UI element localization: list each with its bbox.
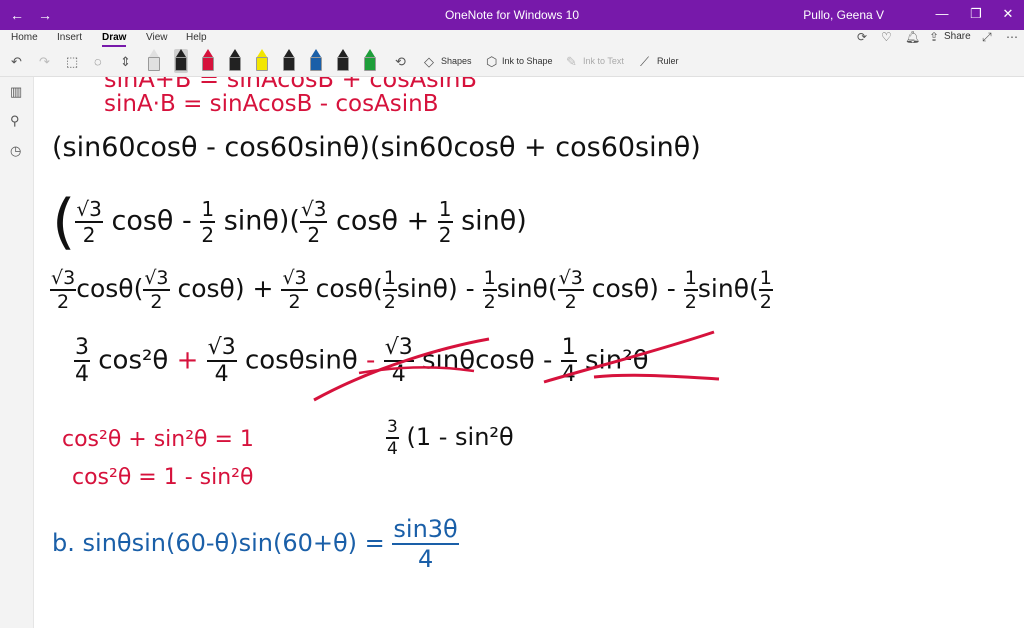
share-button[interactable]: Share xyxy=(944,31,971,42)
pen-swatch[interactable] xyxy=(282,49,296,73)
pen-swatch[interactable] xyxy=(201,49,215,73)
rearranged-identity: cos²θ = 1 - sin²θ xyxy=(72,465,254,490)
more-options-icon[interactable]: ⋯ xyxy=(1006,30,1018,44)
pen-swatch[interactable] xyxy=(336,49,350,73)
pythagorean-identity: cos²θ + sin²θ = 1 xyxy=(62,427,254,452)
select-tool-icon[interactable]: ⬚ xyxy=(66,54,78,70)
user-name[interactable]: Pullo, Geena V xyxy=(803,8,884,22)
underline-stroke xyxy=(593,373,720,381)
tab-insert[interactable]: Insert xyxy=(57,32,82,43)
page-canvas[interactable]: sinA+B = sinAcosB + cosAsinB sinA·B = si… xyxy=(34,77,1024,628)
title-bar: ← → OneNote for Windows 10 Pullo, Geena … xyxy=(0,0,1024,30)
recent-notes-icon[interactable]: ◷ xyxy=(10,143,21,159)
minimize-button[interactable]: — xyxy=(932,6,952,21)
undo-icon[interactable]: ↶ xyxy=(11,54,22,70)
ruler-button[interactable]: Ruler xyxy=(657,56,679,66)
add-space-icon[interactable]: ⇕ xyxy=(120,54,131,70)
ink-to-text-icon[interactable]: ✎ xyxy=(566,54,577,70)
part-b-problem: b. sinθsin(60-θ)sin(60+θ) = sin3θ 4 xyxy=(52,515,459,573)
tab-draw[interactable]: Draw xyxy=(102,32,127,47)
navigation-sidebar: ▥ ⚲ ◷ xyxy=(0,77,34,628)
pen-swatch[interactable] xyxy=(228,49,242,73)
tab-view[interactable]: View xyxy=(146,32,168,43)
sync-icon[interactable]: ⟳ xyxy=(857,30,867,44)
shapes-button[interactable]: Shapes xyxy=(441,56,472,66)
ink-to-shape-button[interactable]: Ink to Shape xyxy=(502,56,553,66)
ruler-icon[interactable]: ⟋ xyxy=(640,54,649,70)
notifications-icon[interactable]: 🔔︎ xyxy=(905,30,920,44)
redo-icon[interactable]: ↷ xyxy=(39,54,50,70)
pen-swatch[interactable] xyxy=(309,49,323,73)
pen-swatch[interactable] xyxy=(174,49,188,73)
ribbon-tabs: Home Insert Draw View Help xyxy=(0,30,1024,48)
ink-replay-icon[interactable]: ⟲ xyxy=(395,54,406,70)
lasso-icon[interactable]: ◌ xyxy=(94,54,102,69)
ink-to-shape-icon[interactable]: ⬡ xyxy=(486,54,497,70)
pen-swatch[interactable] xyxy=(255,49,269,73)
substitution-step: 34 (1 - sin²θ xyxy=(386,417,514,459)
share-icon[interactable]: ⇪ xyxy=(929,30,939,44)
ink-to-text-button[interactable]: Ink to Text xyxy=(583,56,624,66)
shapes-icon[interactable]: ◇ xyxy=(424,54,434,70)
tell-me-icon[interactable]: ♡ xyxy=(881,30,892,44)
fullscreen-icon[interactable]: ⤢ xyxy=(982,30,992,45)
draw-toolbar: ↶ ↷ ⬚ ◌ ⇕ + ⟲ ◇ Shapes ⬡ Ink to Shape ✎ … xyxy=(0,48,1024,77)
tab-help[interactable]: Help xyxy=(186,32,207,43)
notebooks-icon[interactable]: ▥ xyxy=(10,84,22,100)
pen-swatch[interactable] xyxy=(147,49,161,73)
search-icon[interactable]: ⚲ xyxy=(10,113,20,129)
close-button[interactable]: ✕ xyxy=(998,6,1018,22)
add-pen-icon[interactable]: + xyxy=(368,54,376,69)
maximize-button[interactable]: ❐ xyxy=(966,6,986,22)
tab-home[interactable]: Home xyxy=(11,32,38,43)
